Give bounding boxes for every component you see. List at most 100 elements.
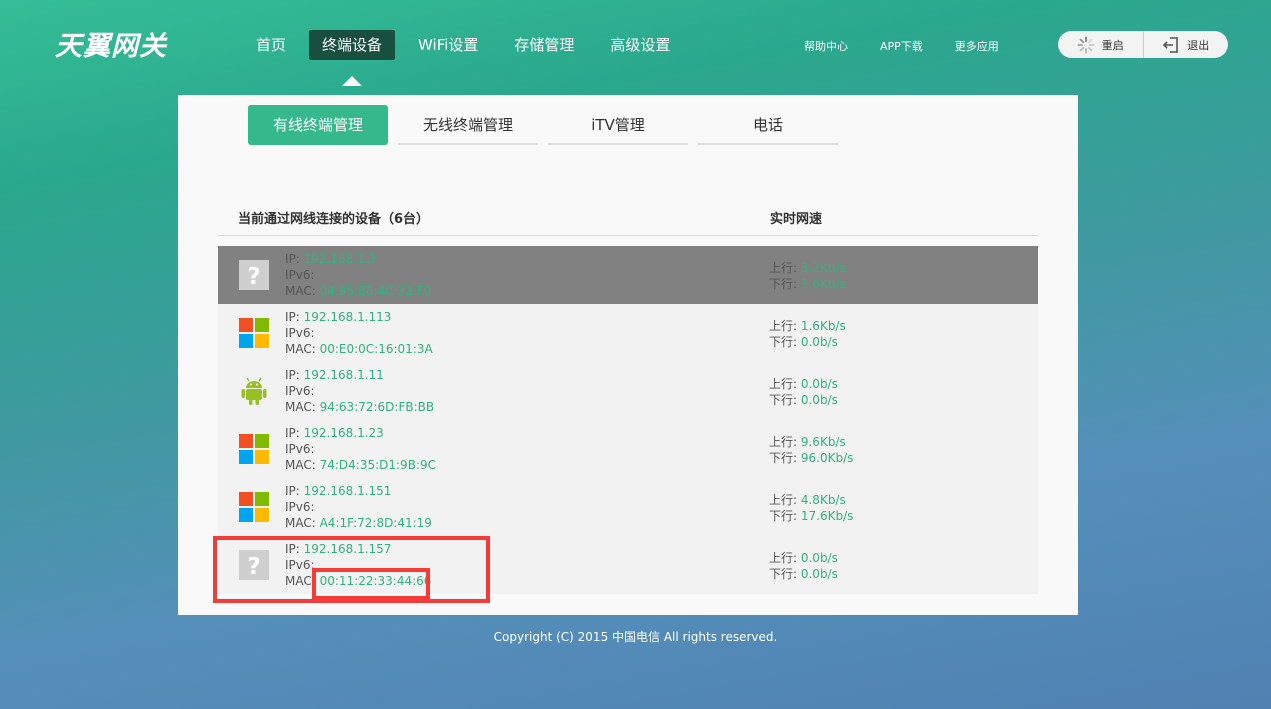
svg-text:?: ? — [247, 264, 260, 290]
download-label: 下行: — [769, 393, 801, 407]
nav-home[interactable]: 首页 — [243, 30, 299, 60]
logout-label: 退出 — [1187, 38, 1210, 52]
windows-icon — [239, 492, 269, 522]
loading-spinner-icon — [1077, 36, 1095, 53]
ip-label: IP: — [285, 426, 304, 440]
logout-icon — [1163, 36, 1179, 53]
unknown-device-icon: ? — [239, 260, 269, 290]
device-row[interactable]: IP: 192.168.1.113 IPv6: MAC: 00:E0:0C:16… — [218, 304, 1038, 362]
download-value: 1.6Kb/s — [800, 277, 846, 291]
device-info: IP: 192.168.1.151 IPv6: MAC: A4:1F:72:8D… — [285, 483, 432, 531]
device-row[interactable]: IP: 192.168.1.11 IPv6: MAC: 94:63:72:6D:… — [218, 362, 1038, 420]
android-icon — [241, 377, 267, 405]
windows-icon — [239, 434, 269, 464]
device-rate: 上行: 9.6Kb/s 下行: 96.0Kb/s — [769, 434, 853, 466]
download-label: 下行: — [769, 335, 801, 349]
unknown-device-icon: ? — [239, 550, 269, 580]
main-nav: 首页 终端设备 WiFi设置 存储管理 高级设置 — [243, 30, 693, 86]
mac-label: MAC: — [285, 342, 320, 356]
device-info: IP: 192.168.1.11 IPv6: MAC: 94:63:72:6D:… — [285, 367, 434, 415]
restart-button[interactable]: 重启 — [1058, 31, 1143, 58]
upload-label: 上行: — [769, 377, 801, 391]
upload-value: 1.6Kb/s — [800, 319, 846, 333]
device-row[interactable]: IP: 192.168.1.151 IPv6: MAC: A4:1F:72:8D… — [218, 478, 1038, 536]
nav-terminal-devices[interactable]: 终端设备 — [309, 30, 396, 86]
device-info: IP: 192.168.1.157 IPv6: MAC: 00:11:22:33… — [285, 541, 431, 589]
mac-label: MAC: — [285, 574, 320, 588]
mac-value: 00:11:22:33:44:66 — [319, 574, 432, 588]
tianyi-gateway-logo: 天翼网关 — [55, 31, 167, 62]
ipv6-label: IPv6: — [285, 500, 315, 514]
ip-value: 192.168.1.151 — [303, 484, 392, 498]
mac-label: MAC: — [285, 400, 320, 414]
ip-value: 192.168.1.23 — [303, 426, 384, 440]
logout-button[interactable]: 退出 — [1142, 31, 1229, 58]
device-rate: 上行: 0.0b/s 下行: 0.0b/s — [769, 376, 838, 408]
device-list: ? IP: 192.168.1.3 IPv6: MAC: 04:95:E6:4C… — [218, 246, 1038, 594]
device-info: IP: 192.168.1.113 IPv6: MAC: 00:E0:0C:16… — [285, 309, 433, 357]
download-label: 下行: — [769, 451, 801, 465]
tab-itv-management[interactable]: iTV管理 — [548, 105, 688, 145]
ipv6-label: IPv6: — [285, 442, 315, 456]
ip-value: 192.168.1.11 — [303, 368, 384, 382]
svg-text:?: ? — [247, 554, 260, 580]
windows-icon — [239, 318, 269, 348]
upload-label: 上行: — [769, 493, 801, 507]
download-label: 下行: — [769, 277, 801, 291]
tab-phone[interactable]: 电话 — [698, 105, 838, 145]
ip-label: IP: — [285, 310, 304, 324]
upload-label: 上行: — [769, 435, 801, 449]
more-apps-link[interactable]: 更多应用 — [955, 38, 999, 54]
ip-value: 192.168.1.3 — [303, 252, 377, 266]
nav-storage-management[interactable]: 存储管理 — [501, 30, 587, 60]
nav-advanced-settings[interactable]: 高级设置 — [597, 30, 683, 60]
download-value: 17.6Kb/s — [800, 509, 854, 523]
system-controls: 重启 退出 — [1058, 31, 1228, 58]
copyright: Copyright (C) 2015 中国电信 All rights reser… — [493, 630, 778, 644]
top-links: 帮助中心 APP下载 更多应用 — [804, 38, 999, 54]
content-panel: 有线终端管理 无线终端管理 iTV管理 电话 当前通过网线连接的设备（6台） 实… — [178, 95, 1078, 615]
device-rate: 上行: 3.2Kb/s 下行: 1.6Kb/s — [769, 260, 846, 292]
tab-wired-terminals[interactable]: 有线终端管理 — [248, 105, 388, 145]
ip-label: IP: — [285, 542, 304, 556]
upload-value: 0.0b/s — [800, 551, 838, 565]
ipv6-label: IPv6: — [285, 384, 315, 398]
ipv6-label: IPv6: — [285, 326, 315, 340]
ip-label: IP: — [285, 484, 304, 498]
upload-value: 9.6Kb/s — [800, 435, 846, 449]
device-list-header: 当前通过网线连接的设备（6台） 实时网速 — [218, 201, 1038, 236]
download-value: 0.0b/s — [800, 335, 838, 349]
device-info: IP: 192.168.1.23 IPv6: MAC: 74:D4:35:D1:… — [285, 425, 436, 473]
upload-value: 0.0b/s — [800, 377, 838, 391]
app-download-link[interactable]: APP下载 — [880, 38, 923, 54]
device-row[interactable]: ? IP: 192.168.1.157 IPv6: MAC: 00:11:22:… — [218, 536, 1038, 594]
mac-value: 04:95:E6:4C:32:F0 — [319, 284, 432, 298]
download-value: 0.0b/s — [800, 393, 838, 407]
restart-label: 重启 — [1101, 38, 1124, 52]
connected-devices-title: 当前通过网线连接的设备（6台） — [238, 212, 430, 227]
device-row[interactable]: ? IP: 192.168.1.3 IPv6: MAC: 04:95:E6:4C… — [218, 246, 1038, 304]
ip-label: IP: — [285, 252, 304, 266]
device-rate: 上行: 4.8Kb/s 下行: 17.6Kb/s — [769, 492, 853, 524]
ip-value: 192.168.1.113 — [303, 310, 392, 324]
download-label: 下行: — [769, 567, 801, 581]
upload-value: 3.2Kb/s — [800, 261, 846, 275]
ip-label: IP: — [285, 368, 304, 382]
upload-label: 上行: — [769, 551, 801, 565]
download-value: 96.0Kb/s — [800, 451, 854, 465]
nav-wifi-settings[interactable]: WiFi设置 — [405, 30, 491, 60]
upload-label: 上行: — [769, 261, 801, 275]
mac-label: MAC: — [285, 516, 320, 530]
tab-wireless-terminals[interactable]: 无线终端管理 — [398, 105, 538, 145]
ipv6-label: IPv6: — [285, 268, 315, 282]
device-info: IP: 192.168.1.3 IPv6: MAC: 04:95:E6:4C:3… — [285, 251, 431, 299]
mac-value: 94:63:72:6D:FB:BB — [319, 400, 435, 414]
realtime-speed-header: 实时网速 — [770, 212, 823, 227]
sub-tabs: 有线终端管理 无线终端管理 iTV管理 电话 — [248, 105, 838, 145]
mac-label: MAC: — [285, 458, 320, 472]
ipv6-label: IPv6: — [285, 558, 315, 572]
help-center-link[interactable]: 帮助中心 — [804, 38, 848, 54]
upload-label: 上行: — [769, 319, 801, 333]
download-value: 0.0b/s — [800, 567, 838, 581]
device-row[interactable]: IP: 192.168.1.23 IPv6: MAC: 74:D4:35:D1:… — [218, 420, 1038, 478]
